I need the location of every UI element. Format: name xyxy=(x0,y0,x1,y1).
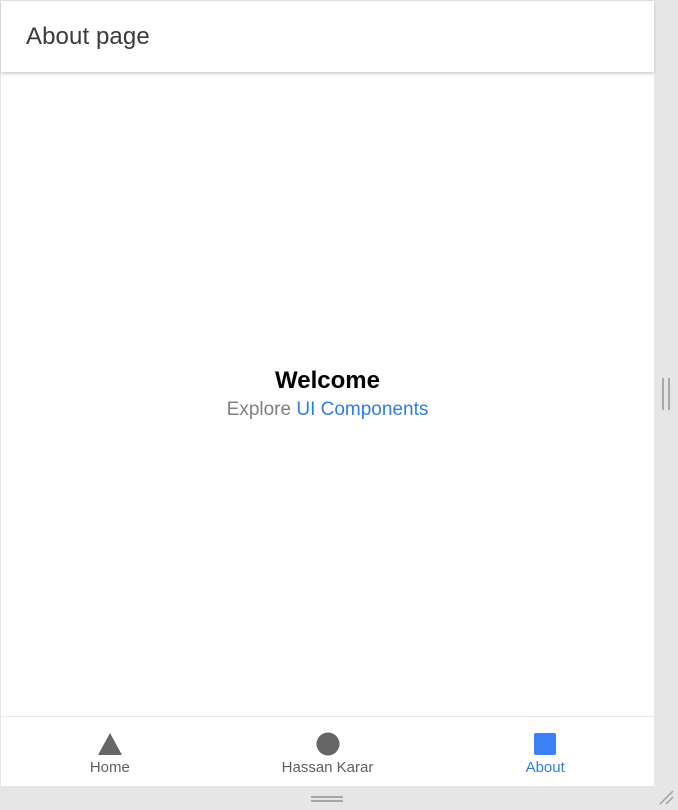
tab-about-label: About xyxy=(525,759,565,776)
welcome-heading: Welcome xyxy=(275,367,380,394)
horizontal-resize-grip[interactable] xyxy=(311,796,343,802)
main-content: Welcome Explore UI Components xyxy=(1,72,654,716)
square-icon xyxy=(532,731,558,757)
ui-components-link[interactable]: UI Components xyxy=(296,399,428,420)
bottom-tab-bar: Home Hassan Karar About xyxy=(1,716,654,787)
tab-hassan-karar-label: Hassan Karar xyxy=(281,759,374,776)
tab-hassan-karar[interactable]: Hassan Karar xyxy=(219,717,437,787)
triangle-icon xyxy=(97,731,123,757)
explore-prefix: Explore xyxy=(226,399,292,420)
vertical-scrollbar[interactable] xyxy=(654,0,678,786)
resize-handle-icon[interactable] xyxy=(658,789,674,805)
horizontal-scrollbar[interactable] xyxy=(0,786,678,808)
circle-icon xyxy=(315,731,341,757)
tab-home-label: Home xyxy=(89,759,130,776)
app-window: About page Welcome Explore UI Components… xyxy=(0,0,654,787)
app-header: About page xyxy=(1,1,654,72)
tab-home[interactable]: Home xyxy=(1,717,219,787)
tab-about[interactable]: About xyxy=(436,717,654,787)
vertical-resize-grip[interactable] xyxy=(662,378,670,410)
page-title: About page xyxy=(26,22,150,50)
explore-line: Explore UI Components xyxy=(227,399,429,421)
